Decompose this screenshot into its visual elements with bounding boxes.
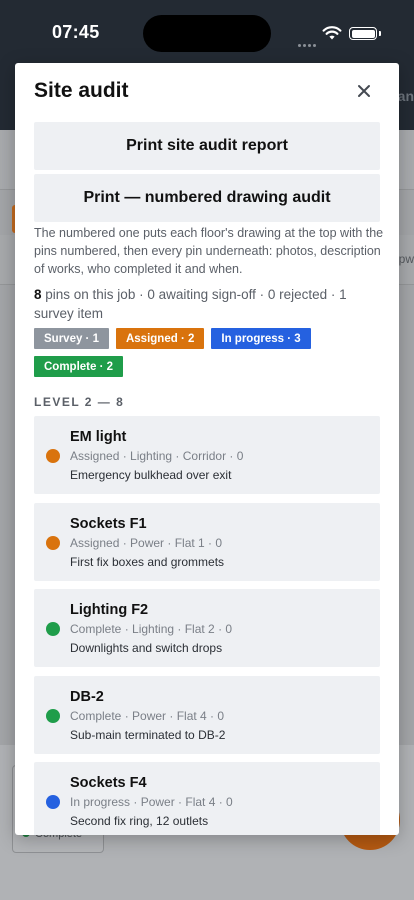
site-audit-modal: Site audit Print site audit report Print… xyxy=(15,63,399,835)
modal-title: Site audit xyxy=(34,79,129,102)
background-header-text: an xyxy=(397,88,414,104)
level-section-label: LEVEL 2 — 8 xyxy=(34,395,125,409)
background-row-text: pw xyxy=(398,252,414,266)
pin-summary: 8 pins on this job · 0 awaiting sign-off… xyxy=(34,285,384,323)
wifi-icon xyxy=(322,26,342,40)
chip-complete[interactable]: Complete · 2 xyxy=(34,356,124,377)
pin-name: Lighting F2 xyxy=(70,602,149,618)
pin-summary-text: pins on this job · 0 awaiting sign-off ·… xyxy=(34,287,347,321)
pin-item[interactable]: DB-2 Complete · Power · Flat 4 · 0 Sub-m… xyxy=(34,675,380,754)
status-dot-icon xyxy=(46,535,60,550)
pin-meta: In progress · Power · Flat 4 · 0 xyxy=(70,795,233,809)
pin-name: DB-2 xyxy=(70,688,104,705)
status-dot-icon xyxy=(46,708,60,723)
pin-note: Second fix ring, 12 outlets xyxy=(70,814,209,828)
pin-meta: Assigned · Lighting · Corridor · 0 xyxy=(70,449,244,463)
pin-note: Downlights and switch drops xyxy=(70,641,223,655)
pin-item[interactable]: Lighting F2 Complete · Lighting · Flat 2… xyxy=(34,589,380,667)
pin-name: Sockets F1 xyxy=(70,515,147,532)
pin-item[interactable]: Sockets F4 In progress · Power · Flat 4 … xyxy=(34,762,380,835)
pin-name: Sockets F4 xyxy=(70,775,147,791)
pin-note: Emergency bulkhead over exit xyxy=(70,468,232,482)
pin-meta: Complete · Power · Flat 4 · 0 xyxy=(70,708,225,723)
pin-list: EM light Assigned · Lighting · Corridor … xyxy=(34,416,380,835)
pin-item[interactable]: Sockets F1 Assigned · Power · Flat 1 · 0… xyxy=(34,502,380,581)
pin-note: Sub-main terminated to DB-2 xyxy=(70,727,226,742)
close-icon xyxy=(358,85,370,97)
cellular-signal-icon xyxy=(298,34,318,52)
print-numbered-drawing-audit-button[interactable]: Print — numbered drawing audit xyxy=(34,174,380,222)
chip-survey[interactable]: Survey · 1 xyxy=(34,328,109,349)
pin-meta: Assigned · Power · Flat 1 · 0 xyxy=(70,535,223,550)
status-bar: 07:45 xyxy=(0,0,414,62)
status-chip-list: Survey · 1 Assigned · 2 In progress · 3 … xyxy=(34,328,384,377)
status-dot-icon xyxy=(46,795,60,809)
print-description: The numbered one puts each floor's drawi… xyxy=(34,226,384,276)
dynamic-island xyxy=(143,15,271,52)
chip-assigned[interactable]: Assigned · 2 xyxy=(115,328,205,349)
pin-count: 8 xyxy=(34,287,42,302)
chip-in-progress[interactable]: In progress · 3 xyxy=(211,328,311,349)
status-dot-icon xyxy=(46,622,60,636)
battery-icon xyxy=(349,27,381,40)
status-dot-icon xyxy=(46,449,60,463)
status-time: 07:45 xyxy=(52,22,100,42)
pin-item[interactable]: EM light Assigned · Lighting · Corridor … xyxy=(34,416,380,494)
close-button[interactable] xyxy=(353,80,375,102)
pin-name: EM light xyxy=(70,429,127,445)
print-site-audit-report-button[interactable]: Print site audit report xyxy=(34,122,380,170)
pin-note: First fix boxes and grommets xyxy=(70,554,225,569)
pin-meta: Complete · Lighting · Flat 2 · 0 xyxy=(70,622,233,636)
